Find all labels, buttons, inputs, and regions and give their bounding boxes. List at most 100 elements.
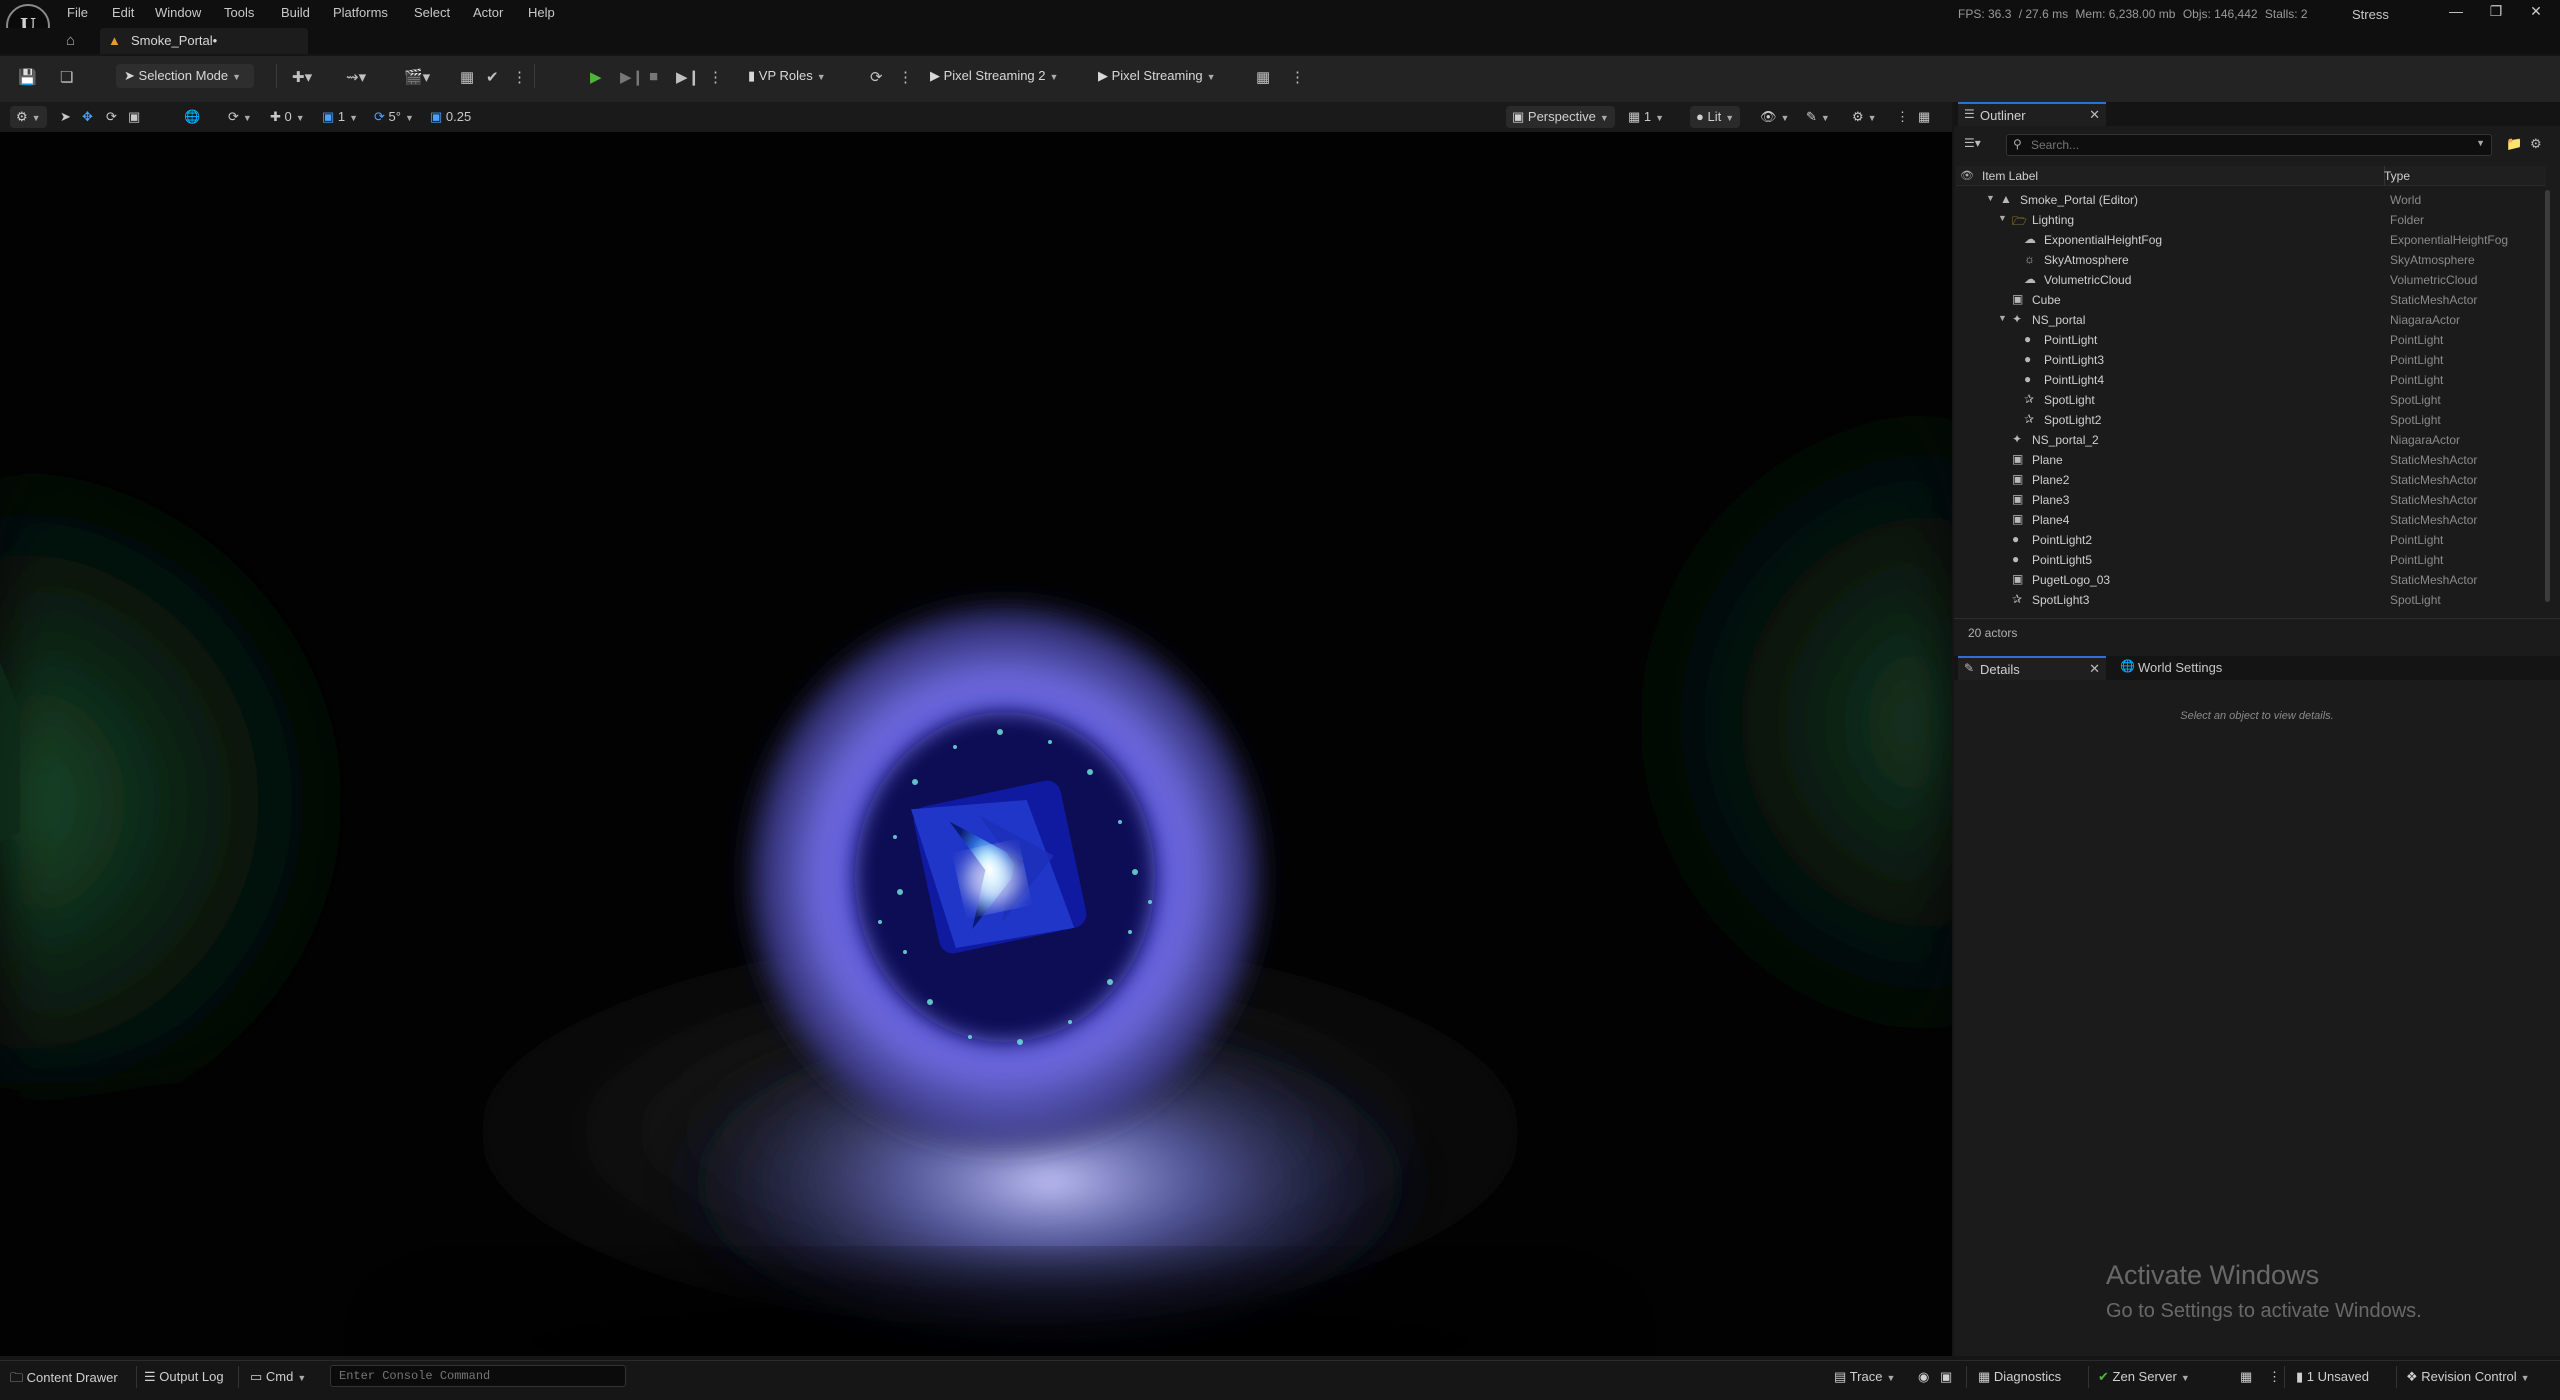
camera-speed-control[interactable]: ▦ 1 ▼ [1628,109,1664,125]
outliner-row-world[interactable]: ▼ ▲ Smoke_Portal (Editor) World [1956,190,2546,210]
toolbar-overflow-icon[interactable]: ⋮ [512,68,527,86]
menu-select[interactable]: Select [414,5,450,20]
pixel-streaming-dropdown[interactable]: ▶ Pixel Streaming ▼ [1098,68,1216,84]
performance-icon[interactable]: ✎ ▼ [1806,109,1830,125]
selection-mode-dropdown[interactable]: ➤ Selection Mode ▼ [116,64,254,88]
close-window-icon[interactable]: ✕ [2516,3,2556,20]
outliner-settings-icon[interactable]: ⚙ [2530,136,2542,152]
modes-icon[interactable]: ▦ [460,68,474,86]
stop-icon[interactable]: ■ [649,68,658,85]
play-options-icon[interactable]: ⋮ [708,68,723,86]
output-log-button[interactable]: ☰ Output Log [144,1369,224,1385]
add-folder-icon[interactable]: 📁 [2506,136,2522,152]
outliner-row-exponentialheightfog[interactable]: ☁ ExponentialHeightFog ExponentialHeight… [1956,230,2546,250]
perspective-dropdown[interactable]: ▣ Perspective ▼ [1506,106,1615,128]
outliner-row-spotlight3[interactable]: ✰ SpotLight3 SpotLight [1956,590,2546,610]
source-control-icon[interactable]: ⟳ [870,68,883,86]
zen-server-dropdown[interactable]: ✔ Zen Server ▼ [2098,1369,2190,1385]
menu-platforms[interactable]: Platforms [333,5,388,20]
collapse-arrow-icon[interactable]: ▼ [1998,313,2007,323]
diagnostics-button[interactable]: ▦ Diagnostics [1978,1369,2061,1385]
trace-dropdown[interactable]: ▤ Trace ▼ [1834,1369,1895,1385]
show-flags-icon[interactable]: 👁 ▼ [1760,109,1789,125]
world-space-icon[interactable]: 🌐 [184,109,200,125]
play-icon[interactable]: ▶ [590,68,602,86]
settings-overflow-icon[interactable]: ⋮ [1290,68,1305,86]
tab-outliner[interactable]: ☰ Outliner ✕ [1958,102,2106,126]
platforms-icon[interactable]: ▦ [1256,68,1270,86]
vp-roles-dropdown[interactable]: ▮ VP Roles ▼ [748,68,826,84]
outliner-row-pointlight3[interactable]: ● PointLight3 PointLight [1956,350,2546,370]
outliner-row-pointlight4[interactable]: ● PointLight4 PointLight [1956,370,2546,390]
angle-snap-control[interactable]: ⟳ 5° ▼ [374,109,414,125]
tab-smoke-portal[interactable]: ▲ Smoke_Portal• [100,28,308,54]
outliner-row-pugetlogo-03[interactable]: ▣ PugetLogo_03 StaticMeshActor [1956,570,2546,590]
lit-dropdown[interactable]: ● Lit ▼ [1690,106,1741,128]
snap-setting-control[interactable]: ▣ 1 ▼ [322,109,358,125]
outliner-row-skyatmosphere[interactable]: ☼ SkyAtmosphere SkyAtmosphere [1956,250,2546,270]
collapse-arrow-icon[interactable]: ▼ [1986,193,1995,203]
close-icon[interactable]: ✕ [2089,661,2100,677]
select-tool-icon[interactable]: ➤ [60,109,71,125]
rotate-tool-icon[interactable]: ⟳ [106,109,117,125]
save-all-icon[interactable]: ❏ [60,68,73,86]
outliner-row-lighting[interactable]: ▼ 🗁 Lighting Folder [1956,210,2546,230]
outliner-row-plane3[interactable]: ▣ Plane3 StaticMeshActor [1956,490,2546,510]
menu-actor[interactable]: Actor [473,5,503,20]
home-icon[interactable]: ⌂ [66,32,75,49]
grid-snap-control[interactable]: ✚ 0 ▼ [270,109,305,125]
tab-world-settings[interactable]: 🌐 World Settings [2116,656,2276,680]
eject-icon[interactable]: ▶❙ [676,68,700,86]
outliner-scrollbar[interactable] [2545,190,2550,602]
menu-tools[interactable]: Tools [224,5,254,20]
filter-icon[interactable]: ☰▾ [1964,136,1981,150]
outliner-row-plane[interactable]: ▣ Plane StaticMeshActor [1956,450,2546,470]
restore-icon[interactable]: ❐ [2476,3,2516,20]
cinematics-icon[interactable]: 🎬▾ [404,68,430,86]
step-icon[interactable]: ▶❙ [620,68,644,86]
menu-file[interactable]: File [67,5,88,20]
outliner-row-spotlight[interactable]: ✰ SpotLight SpotLight [1956,390,2546,410]
outliner-row-plane2[interactable]: ▣ Plane2 StaticMeshActor [1956,470,2546,490]
record-icon[interactable]: ◉ [1918,1369,1929,1385]
menu-build[interactable]: Build [281,5,310,20]
level-viewport[interactable] [0,132,1952,1356]
outliner-row-pointlight[interactable]: ● PointLight PointLight [1956,330,2546,350]
more-icon[interactable]: ⋮ [898,68,913,86]
status-overflow-icon[interactable]: ⋮ [2268,1369,2281,1385]
surface-snap-icon[interactable]: ⟳ ▼ [228,109,252,125]
stress-label[interactable]: Stress [2352,7,2389,22]
outliner-row-volumetriccloud[interactable]: ☁ VolumetricCloud VolumetricCloud [1956,270,2546,290]
layers-icon[interactable]: ▦ [2240,1369,2252,1385]
screenshot-icon[interactable]: ▣ [1940,1369,1952,1385]
outliner-search[interactable]: ⚲ ▼ [2006,134,2492,156]
item-label-column[interactable]: Item Label [1982,169,2038,183]
tools-icon[interactable]: ✔ [486,68,499,86]
outliner-row-pointlight5[interactable]: ● PointLight5 PointLight [1956,550,2546,570]
move-tool-icon[interactable]: ✥ [82,109,93,125]
blueprint-icon[interactable]: ⇝▾ [346,68,366,86]
outliner-row-cube[interactable]: ▣ Cube StaticMeshActor [1956,290,2546,310]
collapse-arrow-icon[interactable]: ▼ [1998,213,2007,223]
tab-details[interactable]: ✎ Details ✕ [1958,656,2106,680]
add-actor-icon[interactable]: ✚▾ [292,68,312,86]
console-input[interactable] [337,1366,617,1386]
minimize-icon[interactable]: — [2436,3,2476,19]
scale-tool-icon[interactable]: ▣ [128,109,140,125]
type-column[interactable]: Type [2384,169,2410,183]
layout-icon[interactable]: ▦ [1918,109,1930,125]
visibility-icon[interactable]: 👁 [1960,169,1974,182]
scale-snap-control[interactable]: ▣ 0.25 [430,109,471,125]
outliner-row-spotlight2[interactable]: ✰ SpotLight2 SpotLight [1956,410,2546,430]
cmd-dropdown[interactable]: ▭ Cmd ▼ [250,1369,306,1385]
viewport-settings-icon[interactable]: ⚙ ▼ [1852,109,1877,125]
outliner-row-plane4[interactable]: ▣ Plane4 StaticMeshActor [1956,510,2546,530]
viewport-overflow-icon[interactable]: ⋮ [1896,109,1909,125]
menu-edit[interactable]: Edit [112,5,134,20]
menu-window[interactable]: Window [155,5,201,20]
close-icon[interactable]: ✕ [2089,107,2100,123]
menu-help[interactable]: Help [528,5,555,20]
search-input[interactable] [2029,135,2469,155]
save-icon[interactable]: 💾 [18,68,37,86]
outliner-row-ns-portal-2[interactable]: ✦ NS_portal_2 NiagaraActor [1956,430,2546,450]
